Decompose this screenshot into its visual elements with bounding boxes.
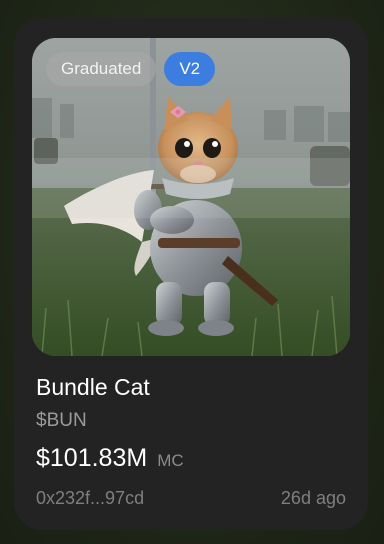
market-cap-row: $101.83M MC: [36, 444, 184, 473]
badge-group: Graduated V2: [46, 52, 216, 86]
graduated-badge: Graduated: [46, 52, 157, 86]
contract-address[interactable]: 0x232f...97cd: [36, 488, 144, 509]
market-cap-value: $101.83M: [36, 444, 148, 472]
token-name: Bundle Cat: [36, 374, 150, 400]
token-ticker: $BUN: [36, 410, 87, 431]
version-badge: V2: [164, 52, 216, 86]
token-age: 26d ago: [280, 488, 346, 508]
market-cap-label: MC: [157, 451, 184, 470]
token-image: Graduated V2: [32, 38, 350, 356]
card-footer: 0x232f...97cd 26d ago: [36, 488, 346, 509]
token-card[interactable]: Graduated V2 Bundle Cat $BUN $101.83M MC…: [14, 18, 368, 530]
